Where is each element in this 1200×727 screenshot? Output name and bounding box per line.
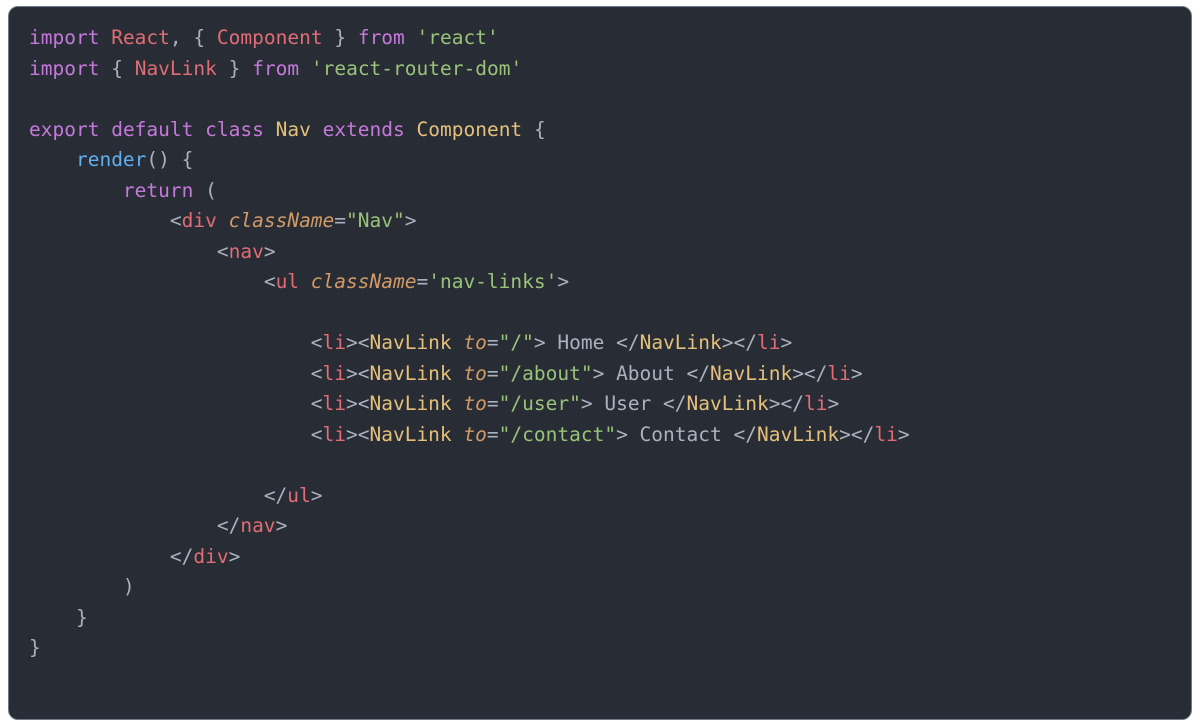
eq: =: [334, 209, 346, 232]
str-router: 'react-router-dom': [311, 57, 522, 80]
tag-ul-close: ul: [287, 484, 310, 507]
code-line-li-2: <li><NavLink to="/user"> User </NavLink>…: [29, 392, 839, 415]
rbrace: }: [334, 26, 346, 49]
code-line-rbrace-method: }: [29, 606, 88, 629]
kw-from: from: [252, 57, 299, 80]
eq: =: [416, 270, 428, 293]
code-line-6: return (: [29, 179, 217, 202]
attr-to: to: [463, 423, 486, 446]
tag-div: div: [182, 209, 217, 232]
text-about: About: [604, 362, 686, 385]
angle: <: [217, 240, 229, 263]
ident-component: Component: [217, 26, 323, 49]
code-line-2: import { NavLink } from 'react-router-do…: [29, 57, 522, 80]
text-user: User: [593, 392, 663, 415]
tag-navlink: NavLink: [369, 362, 451, 385]
lbrace: {: [182, 148, 194, 171]
rbrace: }: [229, 57, 241, 80]
str-nav: "Nav": [346, 209, 405, 232]
attr-to: to: [463, 331, 486, 354]
lbrace: {: [193, 26, 205, 49]
str-react: 'react': [417, 26, 499, 49]
path-about: "/about": [499, 362, 593, 385]
tag-nav-close: nav: [240, 514, 275, 537]
kw-extends: extends: [323, 118, 405, 141]
tag-navlink-close: NavLink: [640, 331, 722, 354]
kw-class: class: [205, 118, 264, 141]
code-line-rbrace-class: }: [29, 636, 41, 659]
code-line-close-nav: </nav>: [29, 514, 287, 537]
tag-navlink-close: NavLink: [757, 423, 839, 446]
angle: >: [557, 270, 569, 293]
path-contact: "/contact": [499, 423, 616, 446]
code-line-9: <ul className='nav-links'>: [29, 270, 569, 293]
tag-navlink-close: NavLink: [710, 362, 792, 385]
method-render: render: [76, 148, 146, 171]
text-contact: Contact: [628, 423, 734, 446]
tag-li-close: li: [874, 423, 897, 446]
class-component: Component: [417, 118, 523, 141]
attr-to: to: [463, 392, 486, 415]
attr-classname: className: [311, 270, 417, 293]
ident-react: React: [111, 26, 170, 49]
tag-navlink: NavLink: [369, 392, 451, 415]
str-navlinks: 'nav-links': [428, 270, 557, 293]
text-home: Home: [546, 331, 616, 354]
tag-li-close: li: [827, 362, 850, 385]
kw-import: import: [29, 57, 99, 80]
path-home: "/": [499, 331, 534, 354]
path-user: "/user": [499, 392, 581, 415]
angle: <: [264, 270, 276, 293]
code-line-5: render() {: [29, 148, 193, 171]
attr-to: to: [463, 362, 486, 385]
angle: <: [170, 209, 182, 232]
tag-li: li: [323, 392, 346, 415]
tag-li: li: [323, 331, 346, 354]
code-line-1: import React, { Component } from 'react': [29, 26, 499, 49]
kw-default: default: [111, 118, 193, 141]
tag-navlink: NavLink: [369, 423, 451, 446]
kw-from: from: [358, 26, 405, 49]
kw-return: return: [123, 179, 193, 202]
parens: (): [146, 148, 169, 171]
code-block: import React, { Component } from 'react'…: [8, 6, 1192, 720]
ident-navlink: NavLink: [135, 57, 217, 80]
code-line-7: <div className="Nav">: [29, 209, 417, 232]
tag-div-close: div: [193, 545, 228, 568]
code-line-rparen: ): [29, 575, 135, 598]
attr-classname: className: [229, 209, 335, 232]
code-line-4: export default class Nav extends Compone…: [29, 118, 546, 141]
code-line-li-0: <li><NavLink to="/"> Home </NavLink></li…: [29, 331, 792, 354]
tag-nav: nav: [229, 240, 264, 263]
code-line-close-div: </div>: [29, 545, 240, 568]
code-line-li-3: <li><NavLink to="/contact"> Contact </Na…: [29, 423, 910, 446]
code-line-li-1: <li><NavLink to="/about"> About </NavLin…: [29, 362, 863, 385]
class-nav: Nav: [276, 118, 311, 141]
comma: ,: [170, 26, 182, 49]
lparen: (: [205, 179, 217, 202]
lbrace: {: [111, 57, 123, 80]
kw-export: export: [29, 118, 99, 141]
angle: >: [264, 240, 276, 263]
angle: >: [405, 209, 417, 232]
kw-import: import: [29, 26, 99, 49]
lbrace: {: [534, 118, 546, 141]
tag-navlink: NavLink: [369, 331, 451, 354]
tag-li: li: [323, 362, 346, 385]
tag-navlink-close: NavLink: [687, 392, 769, 415]
code-line-close-ul: </ul>: [29, 484, 323, 507]
code-line-8: <nav>: [29, 240, 276, 263]
tag-li: li: [323, 423, 346, 446]
tag-li-close: li: [757, 331, 780, 354]
tag-li-close: li: [804, 392, 827, 415]
tag-ul: ul: [276, 270, 299, 293]
